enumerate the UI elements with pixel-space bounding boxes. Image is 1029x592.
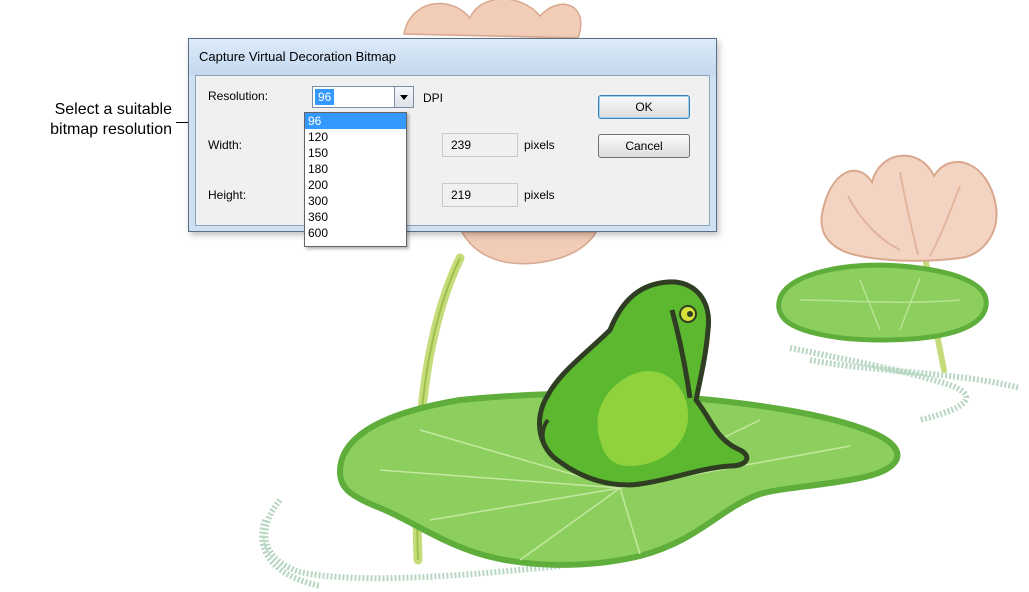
callout-text: Select a suitable bitmap resolution xyxy=(0,100,172,140)
width-field[interactable]: 239 xyxy=(442,133,518,157)
resolution-option[interactable]: 600 xyxy=(305,225,406,241)
resolution-option[interactable]: 360 xyxy=(305,209,406,225)
dialog-title: Capture Virtual Decoration Bitmap xyxy=(199,49,397,64)
dialog-client-area: Resolution: 96 DPI Width: 239 pixels Hei… xyxy=(195,75,710,226)
callout-line-1: Select a suitable xyxy=(54,101,172,118)
resolution-combobox-value: 96 xyxy=(315,89,335,105)
resolution-option[interactable]: 180 xyxy=(305,161,406,177)
resolution-option[interactable]: 300 xyxy=(305,193,406,209)
height-field[interactable]: 219 xyxy=(442,183,518,207)
height-unit-label: pixels xyxy=(524,188,555,202)
ok-button[interactable]: OK xyxy=(598,95,690,119)
dropdown-arrow-icon[interactable] xyxy=(394,86,414,108)
resolution-option[interactable]: 150 xyxy=(305,145,406,161)
height-label: Height: xyxy=(208,188,247,202)
resolution-option[interactable]: 96 xyxy=(305,113,406,129)
capture-bitmap-dialog: Capture Virtual Decoration Bitmap Resolu… xyxy=(188,38,717,232)
resolution-dropdown-list: 96 120 150 180 200 300 360 600 xyxy=(304,112,407,247)
cancel-button[interactable]: Cancel xyxy=(598,134,690,158)
frog xyxy=(537,279,750,488)
width-unit-label: pixels xyxy=(524,138,555,152)
resolution-option[interactable]: 120 xyxy=(305,129,406,145)
resolution-label: Resolution: xyxy=(208,89,269,103)
dpi-label: DPI xyxy=(423,91,444,105)
lily-pad-right xyxy=(776,262,989,343)
width-label: Width: xyxy=(208,138,243,152)
callout-line-2: bitmap resolution xyxy=(50,121,172,138)
resolution-option[interactable]: 200 xyxy=(305,177,406,193)
dialog-titlebar[interactable]: Capture Virtual Decoration Bitmap xyxy=(189,39,716,75)
